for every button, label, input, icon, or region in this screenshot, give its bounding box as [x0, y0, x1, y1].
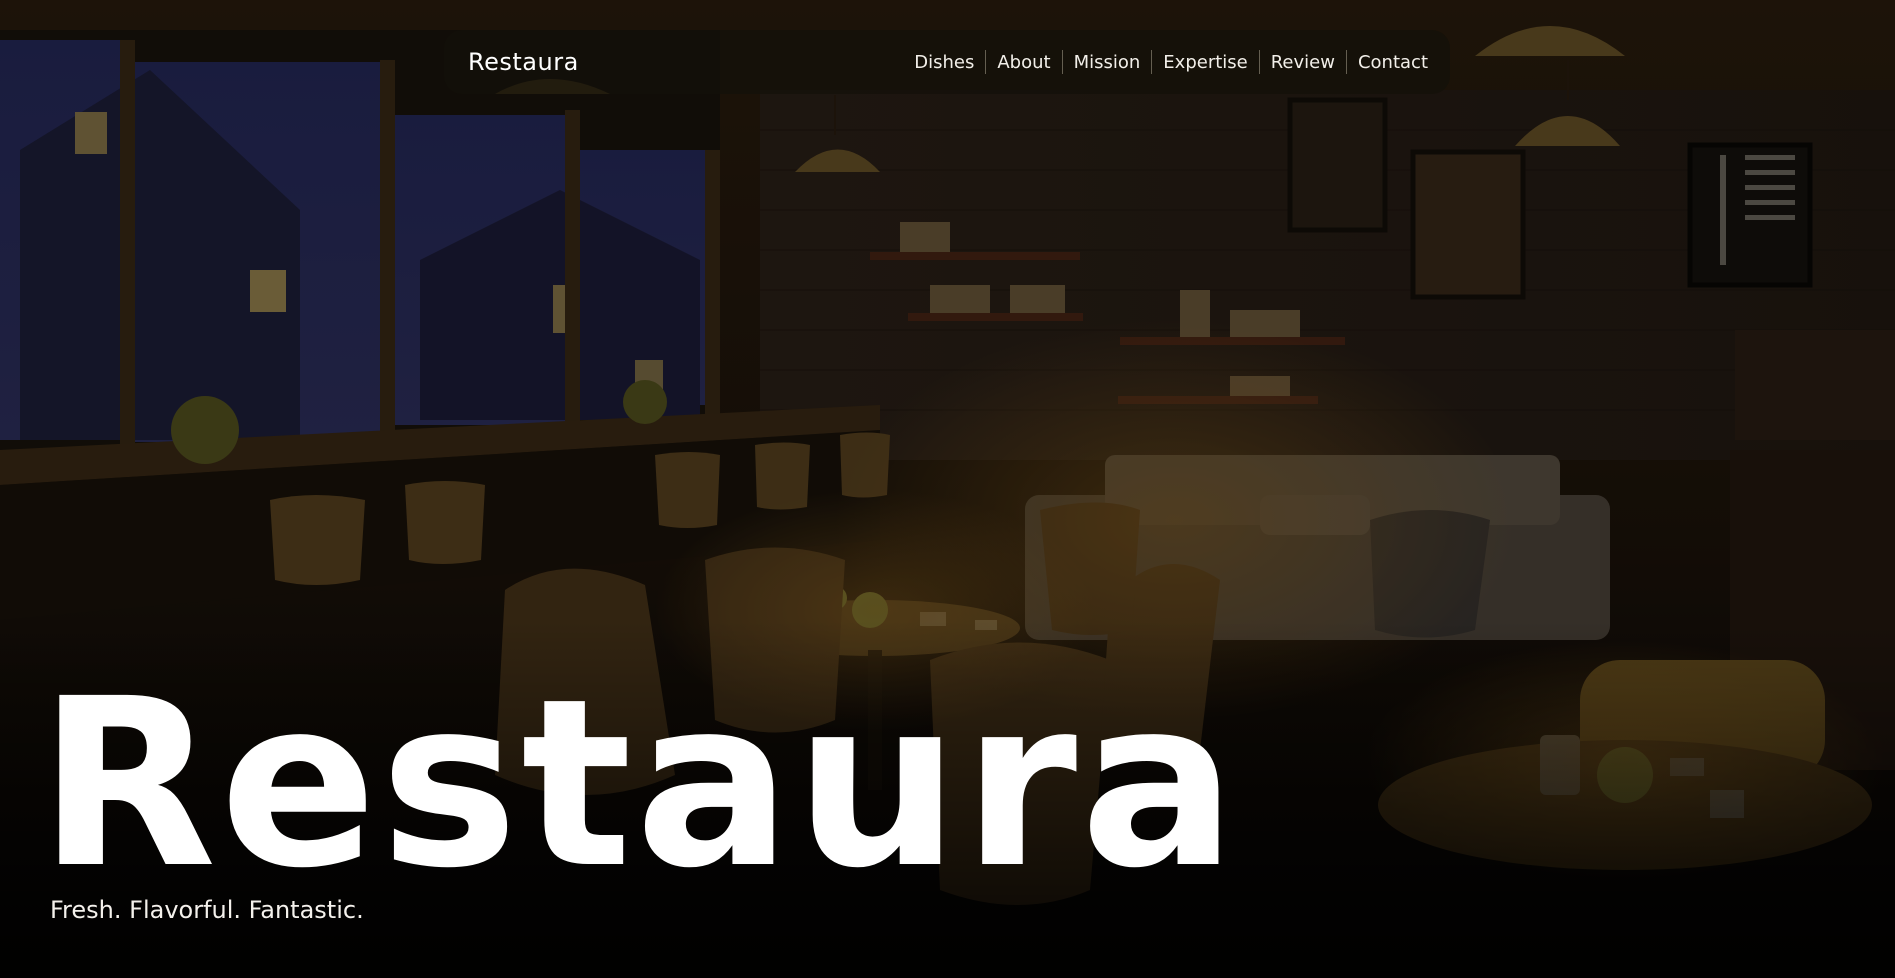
- nav-link-about[interactable]: About: [997, 52, 1050, 73]
- nav-link-contact[interactable]: Contact: [1358, 52, 1428, 73]
- nav-link-dishes[interactable]: Dishes: [914, 52, 974, 73]
- nav-divider: [985, 50, 987, 74]
- nav-item-review: Review: [1248, 50, 1335, 74]
- nav-item-expertise: Expertise: [1140, 50, 1248, 74]
- hero-title: Restaura: [38, 649, 1240, 919]
- main-navbar: Restaura Dishes About Mission Expertise …: [444, 30, 1450, 94]
- nav-divider: [1061, 50, 1063, 74]
- nav-item-dishes: Dishes: [914, 52, 974, 73]
- hero-tagline: Fresh. Flavorful. Fantastic.: [50, 896, 364, 924]
- nav-item-mission: Mission: [1051, 50, 1141, 74]
- nav-item-contact: Contact: [1335, 50, 1428, 74]
- brand-logo[interactable]: Restaura: [468, 48, 579, 76]
- landing-page: Restaura Dishes About Mission Expertise …: [0, 0, 1895, 978]
- nav-divider: [1258, 50, 1260, 74]
- nav-item-about: About: [974, 50, 1051, 74]
- nav-link-expertise[interactable]: Expertise: [1163, 52, 1247, 73]
- nav-link-mission[interactable]: Mission: [1074, 52, 1141, 73]
- nav-divider: [1345, 50, 1347, 74]
- nav-divider: [1151, 50, 1153, 74]
- nav-links: Dishes About Mission Expertise Review Co…: [914, 50, 1428, 74]
- nav-link-review[interactable]: Review: [1271, 52, 1335, 73]
